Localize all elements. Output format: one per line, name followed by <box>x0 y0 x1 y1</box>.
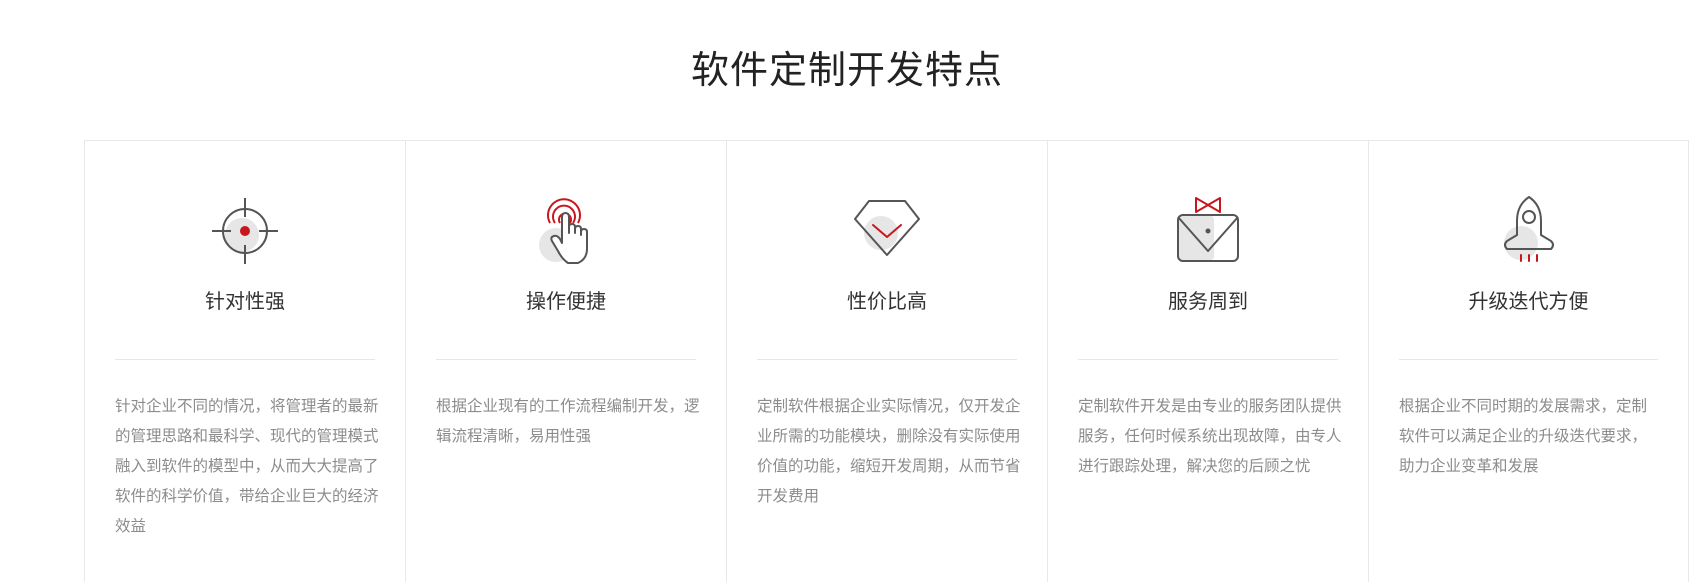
card-divider <box>1399 359 1658 360</box>
bowtie-suit-icon <box>1170 193 1246 269</box>
card-divider <box>115 359 375 360</box>
card-description: 针对企业不同的情况，将管理者的最新的管理思路和最科学、现代的管理模式融入到软件的… <box>115 397 379 535</box>
card-title: 升级迭代方便 <box>1468 289 1589 313</box>
card-description: 定制软件开发是由专业的服务团队提供服务，任何时候系统出现故障，由专人进行跟踪处理… <box>1078 397 1342 475</box>
feature-cards: 针对性强 针对企业不同的情况，将管理者的最新的管理思路和最科学、现代的管理模式融… <box>84 140 1694 582</box>
crosshair-icon <box>207 193 283 269</box>
section-title: 软件定制开发特点 <box>690 48 1003 92</box>
feature-card-service: 服务周到 定制软件开发是由专业的服务团队提供服务，任何时候系统出现故障，由专人进… <box>1047 140 1368 582</box>
card-description: 根据企业不同时期的发展需求，定制软件可以满足企业的升级迭代要求，助力企业变革和发… <box>1399 397 1648 475</box>
card-divider <box>757 359 1017 360</box>
card-title: 操作便捷 <box>526 289 606 313</box>
diamond-icon <box>849 193 925 269</box>
touch-hand-icon <box>528 193 604 269</box>
card-title: 针对性强 <box>205 289 285 313</box>
card-title: 服务周到 <box>1168 289 1248 313</box>
card-divider <box>1078 359 1338 360</box>
card-description: 定制软件根据企业实际情况，仅开发企业所需的功能模块，删除没有实际使用价值的功能，… <box>757 397 1021 505</box>
feature-card-easy-upgrade: 升级迭代方便 根据企业不同时期的发展需求，定制软件可以满足企业的升级迭代要求，助… <box>1368 140 1689 582</box>
card-title: 性价比高 <box>847 289 927 313</box>
rocket-icon <box>1491 193 1567 269</box>
feature-card-targeted: 针对性强 针对企业不同的情况，将管理者的最新的管理思路和最科学、现代的管理模式融… <box>84 140 405 582</box>
card-divider <box>436 359 696 360</box>
feature-card-cost-effective: 性价比高 定制软件根据企业实际情况，仅开发企业所需的功能模块，删除没有实际使用价… <box>726 140 1047 582</box>
card-description: 根据企业现有的工作流程编制开发，逻辑流程清晰，易用性强 <box>436 397 700 445</box>
feature-card-easy-operation: 操作便捷 根据企业现有的工作流程编制开发，逻辑流程清晰，易用性强 <box>405 140 726 582</box>
